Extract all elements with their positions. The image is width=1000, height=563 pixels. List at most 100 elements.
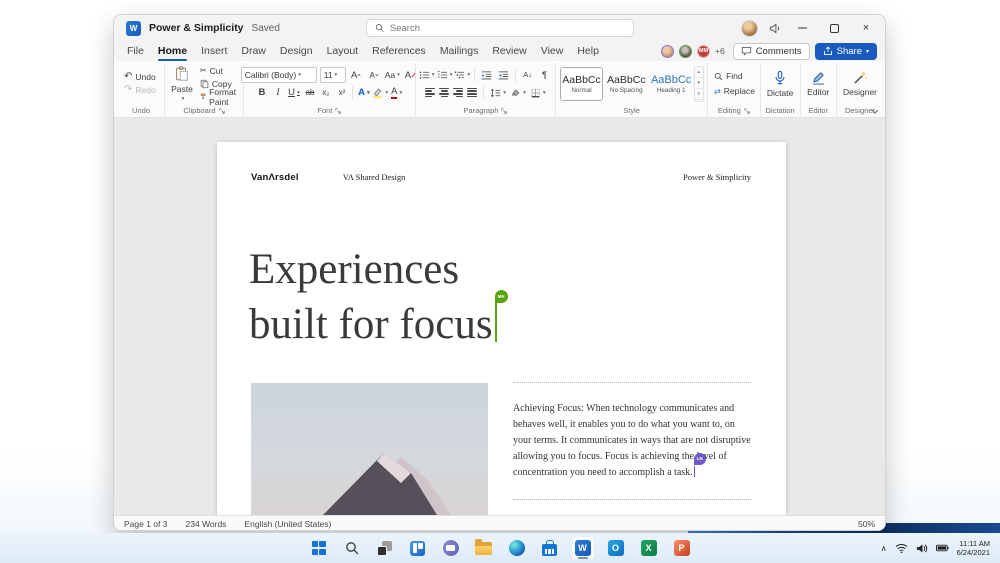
font-size-select[interactable]: 11 bbox=[319, 67, 346, 83]
highlight-color-button[interactable] bbox=[372, 85, 388, 100]
style-scroll-down-icon[interactable]: ▾ bbox=[694, 78, 704, 90]
editing-dialog-launcher-icon[interactable] bbox=[744, 107, 750, 114]
cut-button[interactable]: ✂ Cut bbox=[200, 64, 240, 77]
align-left-button[interactable] bbox=[425, 86, 436, 99]
style-no-spacing[interactable]: AaBbCc No Spacing bbox=[605, 67, 648, 101]
subscript-button[interactable]: x₂ bbox=[318, 85, 333, 100]
tab-view[interactable]: View bbox=[534, 43, 571, 59]
editor-button[interactable]: Editor bbox=[804, 70, 832, 97]
tab-help[interactable]: Help bbox=[570, 43, 606, 59]
language-indicator[interactable]: English (United States) bbox=[244, 519, 331, 529]
tab-draw[interactable]: Draw bbox=[234, 43, 273, 59]
tab-design[interactable]: Design bbox=[273, 43, 320, 59]
redo-button[interactable]: ↷ Redo bbox=[124, 84, 156, 97]
volume-icon[interactable] bbox=[916, 543, 928, 554]
tray-chevron-icon[interactable]: ∧ bbox=[881, 544, 887, 553]
underline-button[interactable]: U bbox=[286, 85, 301, 100]
edge-button[interactable] bbox=[505, 536, 529, 560]
zoom-level[interactable]: 50% bbox=[858, 519, 875, 529]
tab-mailings[interactable]: Mailings bbox=[433, 43, 486, 59]
presence-avatar-1[interactable] bbox=[660, 44, 674, 58]
dictate-button[interactable]: Dictate bbox=[764, 70, 796, 98]
style-heading-1[interactable]: AaBbCc Heading 1 bbox=[650, 67, 693, 101]
task-view-button[interactable] bbox=[373, 536, 397, 560]
search-input[interactable] bbox=[389, 22, 625, 34]
line-spacing-button[interactable] bbox=[490, 85, 506, 100]
collapse-ribbon-button[interactable] bbox=[871, 109, 879, 114]
document-image[interactable] bbox=[251, 383, 488, 515]
borders-button[interactable] bbox=[530, 85, 546, 100]
find-button[interactable]: Find bbox=[714, 70, 743, 83]
maximize-button[interactable] bbox=[823, 19, 845, 37]
tab-insert[interactable]: Insert bbox=[194, 43, 234, 59]
page-indicator[interactable]: Page 1 of 3 bbox=[124, 519, 167, 529]
close-button[interactable]: × bbox=[855, 19, 877, 37]
document-body-paragraph[interactable]: Achieving Focus: When technology communi… bbox=[513, 401, 751, 481]
minimize-button[interactable] bbox=[791, 19, 813, 37]
style-normal[interactable]: AaBbCc Normal bbox=[560, 66, 603, 101]
style-gallery-more-icon[interactable]: ≡ bbox=[694, 89, 704, 101]
superscript-button[interactable]: x² bbox=[334, 85, 349, 100]
style-gallery-scroll[interactable]: ▴ ▾ ≡ bbox=[693, 65, 705, 102]
share-button[interactable]: Share bbox=[814, 42, 877, 60]
style-scroll-up-icon[interactable]: ▴ bbox=[694, 67, 704, 78]
justify-button[interactable] bbox=[467, 86, 478, 99]
taskbar-search-button[interactable] bbox=[340, 536, 364, 560]
presence-avatar-2[interactable] bbox=[678, 44, 692, 58]
excel-button[interactable]: X bbox=[637, 536, 661, 560]
document-text-column[interactable]: Achieving Focus: When technology communi… bbox=[513, 382, 751, 500]
font-dialog-launcher-icon[interactable] bbox=[335, 107, 341, 114]
paragraph-dialog-launcher-icon[interactable] bbox=[501, 107, 508, 114]
multilevel-list-button[interactable] bbox=[454, 67, 470, 82]
account-avatar[interactable] bbox=[741, 19, 758, 37]
paste-button[interactable]: Paste bbox=[168, 65, 196, 102]
word-count[interactable]: 234 Words bbox=[185, 519, 226, 529]
format-painter-button[interactable]: Format Paint bbox=[200, 87, 240, 107]
bullets-button[interactable] bbox=[419, 67, 435, 82]
clipboard-dialog-launcher-icon[interactable] bbox=[218, 107, 225, 114]
shading-button[interactable] bbox=[510, 85, 526, 100]
replace-button[interactable]: ⇄ Replace bbox=[714, 85, 755, 98]
undo-button[interactable]: ↶ Undo bbox=[124, 71, 156, 84]
font-family-select[interactable]: Calibri (Body) bbox=[240, 67, 317, 83]
align-right-button[interactable] bbox=[453, 86, 464, 99]
battery-icon[interactable] bbox=[935, 544, 949, 552]
widgets-button[interactable] bbox=[406, 536, 430, 560]
text-effects-button[interactable]: A bbox=[356, 85, 371, 100]
decrease-indent-button[interactable] bbox=[479, 67, 494, 82]
search-box[interactable] bbox=[365, 19, 634, 37]
chat-button[interactable] bbox=[439, 536, 463, 560]
presence-overflow-count[interactable]: +6 bbox=[715, 46, 725, 56]
powerpoint-button[interactable]: P bbox=[670, 536, 694, 560]
bold-button[interactable]: B bbox=[254, 85, 269, 100]
presence-avatar-mm[interactable]: MM bbox=[696, 44, 710, 58]
document-page[interactable]: VanΛrsdel VA Shared Design Power & Simpl… bbox=[217, 142, 786, 515]
clock[interactable]: 11:11 AM 6/24/2021 bbox=[957, 539, 990, 557]
font-color-button[interactable]: A bbox=[389, 85, 404, 100]
tab-references[interactable]: References bbox=[365, 43, 433, 59]
change-case-button[interactable]: Aa bbox=[385, 68, 400, 83]
feedback-megaphone-icon[interactable] bbox=[768, 22, 781, 35]
show-formatting-button[interactable]: ¶ bbox=[537, 67, 552, 82]
start-button[interactable] bbox=[307, 536, 331, 560]
sort-button[interactable]: A↓ bbox=[520, 67, 535, 82]
shrink-font-button[interactable]: A bbox=[367, 68, 382, 83]
align-center-button[interactable] bbox=[439, 86, 450, 99]
tab-review[interactable]: Review bbox=[485, 43, 533, 59]
wifi-icon[interactable] bbox=[895, 543, 908, 554]
italic-button[interactable]: I bbox=[270, 85, 285, 100]
store-button[interactable] bbox=[538, 536, 562, 560]
increase-indent-button[interactable] bbox=[496, 67, 511, 82]
outlook-button[interactable]: O bbox=[604, 536, 628, 560]
word-taskbar-button[interactable]: W bbox=[570, 536, 595, 560]
file-explorer-button[interactable] bbox=[472, 536, 496, 560]
tab-file[interactable]: File bbox=[120, 43, 151, 59]
document-heading[interactable]: Experiences built for focus MK bbox=[249, 242, 508, 352]
numbering-button[interactable] bbox=[437, 67, 453, 82]
strikethrough-button[interactable]: ab bbox=[302, 85, 317, 100]
tab-layout[interactable]: Layout bbox=[320, 43, 366, 59]
tab-home[interactable]: Home bbox=[151, 43, 194, 61]
grow-font-button[interactable]: A bbox=[349, 68, 364, 83]
designer-button[interactable]: Designer bbox=[840, 70, 880, 97]
comments-button[interactable]: Comments bbox=[732, 42, 810, 60]
